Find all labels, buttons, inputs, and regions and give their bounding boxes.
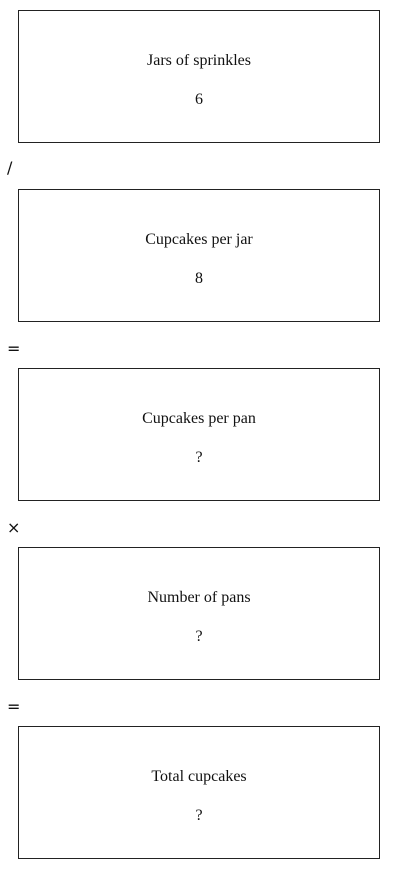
box-label: Number of pans xyxy=(147,589,251,606)
box-label: Cupcakes per jar xyxy=(145,231,253,248)
operator-equals: = xyxy=(7,697,21,716)
box-value: ? xyxy=(195,449,203,466)
box-value: 6 xyxy=(195,91,203,108)
box-cupcakes-per-jar: Cupcakes per jar 8 xyxy=(18,189,380,322)
box-value: ? xyxy=(195,807,203,824)
box-value: 8 xyxy=(195,270,203,287)
box-number-of-pans: Number of pans ? xyxy=(18,547,380,680)
box-cupcakes-per-pan: Cupcakes per pan ? xyxy=(18,368,380,501)
box-label: Cupcakes per pan xyxy=(142,410,256,427)
operator-divide: / xyxy=(7,158,13,177)
box-total-cupcakes: Total cupcakes ? xyxy=(18,726,380,859)
box-label: Total cupcakes xyxy=(151,768,247,785)
box-value: ? xyxy=(195,628,203,645)
operator-multiply: × xyxy=(7,518,21,537)
box-label: Jars of sprinkles xyxy=(147,52,251,69)
box-jars-of-sprinkles: Jars of sprinkles 6 xyxy=(18,10,380,143)
operator-equals: = xyxy=(7,339,21,358)
